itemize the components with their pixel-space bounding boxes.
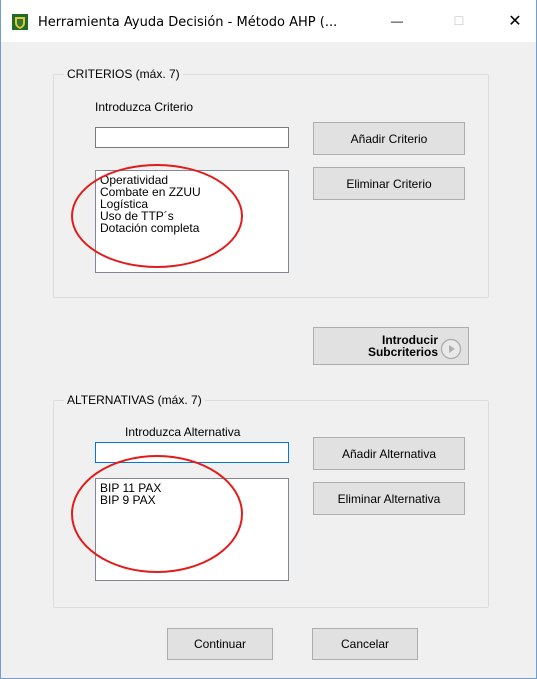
list-item[interactable]: BIP 9 PAX: [100, 494, 284, 506]
app-window: Herramienta Ayuda Decisión - Método AHP …: [0, 0, 537, 679]
minimize-icon: —: [391, 14, 403, 28]
cancel-label: Cancelar: [340, 637, 390, 651]
list-item[interactable]: Dotación completa: [100, 222, 284, 234]
subcriterios-label: Introducir Subcriterios: [368, 334, 438, 358]
close-icon: ✕: [508, 13, 522, 30]
cancel-button[interactable]: Cancelar: [312, 628, 418, 660]
add-criterio-label: Añadir Criterio: [350, 131, 428, 146]
criterio-input-label: Introduzca Criterio: [95, 100, 194, 114]
subcriterios-label-line2: Subcriterios: [367, 345, 438, 359]
add-alternativa-label: Añadir Alternativa: [341, 446, 437, 461]
criterio-input[interactable]: [95, 127, 289, 148]
app-icon: [12, 14, 28, 30]
title-bar[interactable]: Herramienta Ayuda Decisión - Método AHP …: [1, 0, 536, 42]
continue-label: Continuar: [193, 637, 247, 651]
remove-alternativa-button[interactable]: Eliminar Alternativa: [313, 482, 465, 515]
add-criterio-button[interactable]: Añadir Criterio: [313, 122, 465, 155]
minimize-button[interactable]: —: [374, 0, 420, 42]
remove-criterio-label: Eliminar Criterio: [346, 176, 432, 191]
alternativas-legend: ALTERNATIVAS (máx. 7): [64, 393, 205, 407]
maximize-icon: ☐: [453, 14, 465, 28]
criterios-legend: CRITERIOS (máx. 7): [64, 67, 183, 81]
alternativa-input-label: Introduzca Alternativa: [125, 425, 241, 439]
remove-criterio-button[interactable]: Eliminar Criterio: [313, 167, 465, 200]
play-circle-icon: [440, 338, 462, 360]
add-alternativa-button[interactable]: Añadir Alternativa: [313, 437, 465, 470]
remove-alternativa-label: Eliminar Alternativa: [337, 491, 441, 506]
alternativas-list[interactable]: BIP 11 PAX BIP 9 PAX: [95, 478, 289, 581]
criterios-list[interactable]: Operatividad Combate en ZZUU Logística U…: [95, 170, 289, 273]
window-title: Herramienta Ayuda Decisión - Método AHP …: [38, 15, 338, 30]
continue-button[interactable]: Continuar: [167, 628, 273, 660]
alternativa-input[interactable]: [95, 442, 289, 463]
subcriterios-button[interactable]: Introducir Subcriterios: [313, 327, 469, 365]
maximize-button[interactable]: ☐: [436, 0, 482, 42]
close-button[interactable]: ✕: [492, 0, 537, 42]
